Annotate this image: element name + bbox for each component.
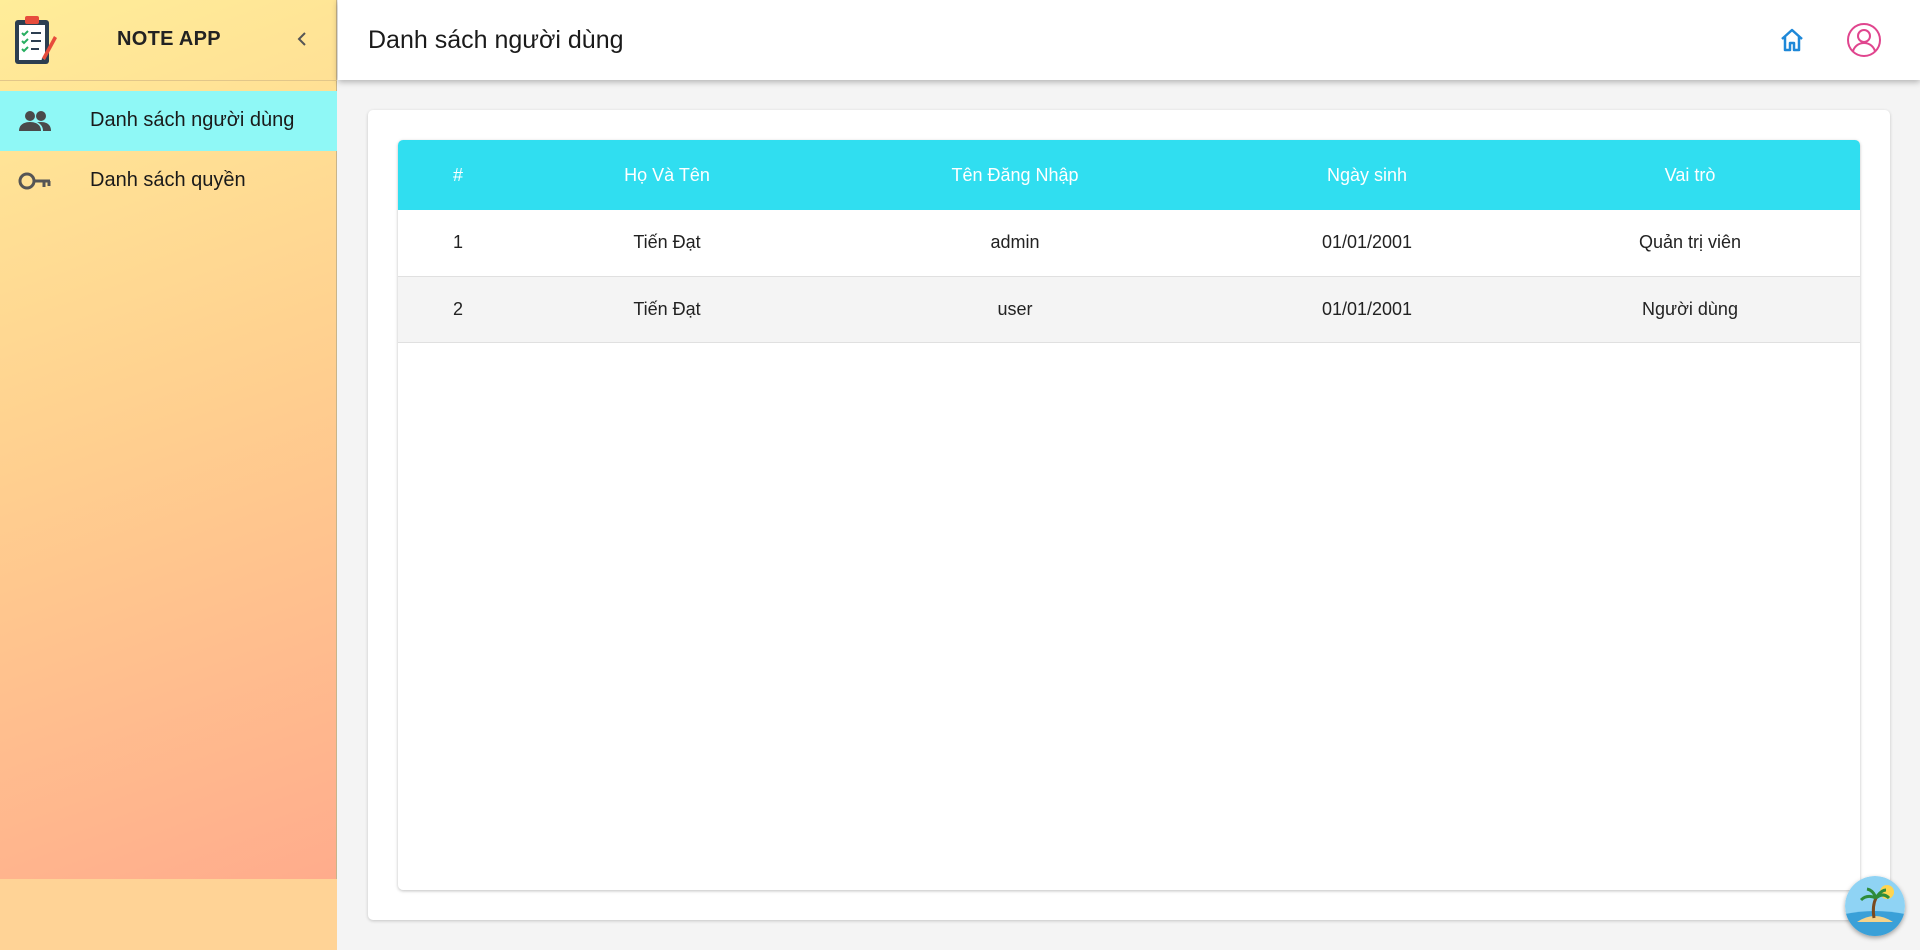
clipboard-checklist-icon [15, 16, 57, 64]
sidebar-item-users[interactable]: Danh sách người dùng [0, 91, 337, 151]
column-header-index[interactable]: # [398, 140, 518, 210]
sidebar-item-label: Danh sách quyền [90, 169, 246, 191]
column-header-fullname[interactable]: Họ Và Tên [518, 140, 816, 210]
app-title: NOTE APP [117, 28, 221, 50]
sidebar-item-permissions[interactable]: Danh sách quyền [0, 151, 337, 211]
sidebar-brand: NOTE APP [0, 0, 337, 81]
sidebar-footer [0, 879, 337, 950]
users-table: # Họ Và Tên Tên Đăng Nhập Ngày sinh Vai … [398, 140, 1860, 343]
account-circle-icon[interactable] [1846, 22, 1882, 58]
page-title: Danh sách người dùng [368, 26, 624, 54]
island-theme-button-icon[interactable] [1845, 876, 1905, 936]
people-icon [19, 111, 51, 131]
cell-fullname: Tiến Đạt [633, 298, 701, 319]
cell-username: admin [990, 232, 1040, 253]
top-bar: Danh sách người dùng [338, 0, 1920, 80]
cell-role: Quản trị viên [1638, 232, 1742, 253]
chevron-left-icon[interactable] [290, 27, 314, 51]
column-header-birthdate[interactable]: Ngày sinh [1214, 140, 1520, 210]
column-header-username[interactable]: Tên Đăng Nhập [816, 140, 1214, 210]
column-header-role[interactable]: Vai trò [1520, 140, 1860, 210]
cell-fullname: Tiến Đạt [633, 232, 701, 253]
cell-username: user [997, 298, 1033, 319]
table-row[interactable]: 1 Tiến Đạt admin 01/01/2001 Quản trị viê… [398, 210, 1860, 276]
cell-index: 1 [452, 232, 463, 253]
key-icon [18, 172, 51, 190]
table-row[interactable]: 2 Tiến Đạt user 01/01/2001 Người dùng [398, 276, 1860, 342]
cell-birthdate: 01/01/2001 [1321, 298, 1413, 319]
home-icon[interactable] [1778, 26, 1806, 54]
sidebar: NOTE APP Danh sách người dùng Danh sách … [0, 0, 337, 950]
cell-birthdate: 01/01/2001 [1321, 232, 1413, 253]
users-table-container: # Họ Và Tên Tên Đăng Nhập Ngày sinh Vai … [398, 140, 1860, 890]
cell-index: 2 [452, 298, 463, 319]
sidebar-item-label: Danh sách người dùng [90, 109, 295, 131]
content-card: # Họ Và Tên Tên Đăng Nhập Ngày sinh Vai … [368, 110, 1890, 920]
table-header-row: # Họ Và Tên Tên Đăng Nhập Ngày sinh Vai … [398, 140, 1860, 210]
cell-role: Người dùng [1642, 298, 1738, 319]
